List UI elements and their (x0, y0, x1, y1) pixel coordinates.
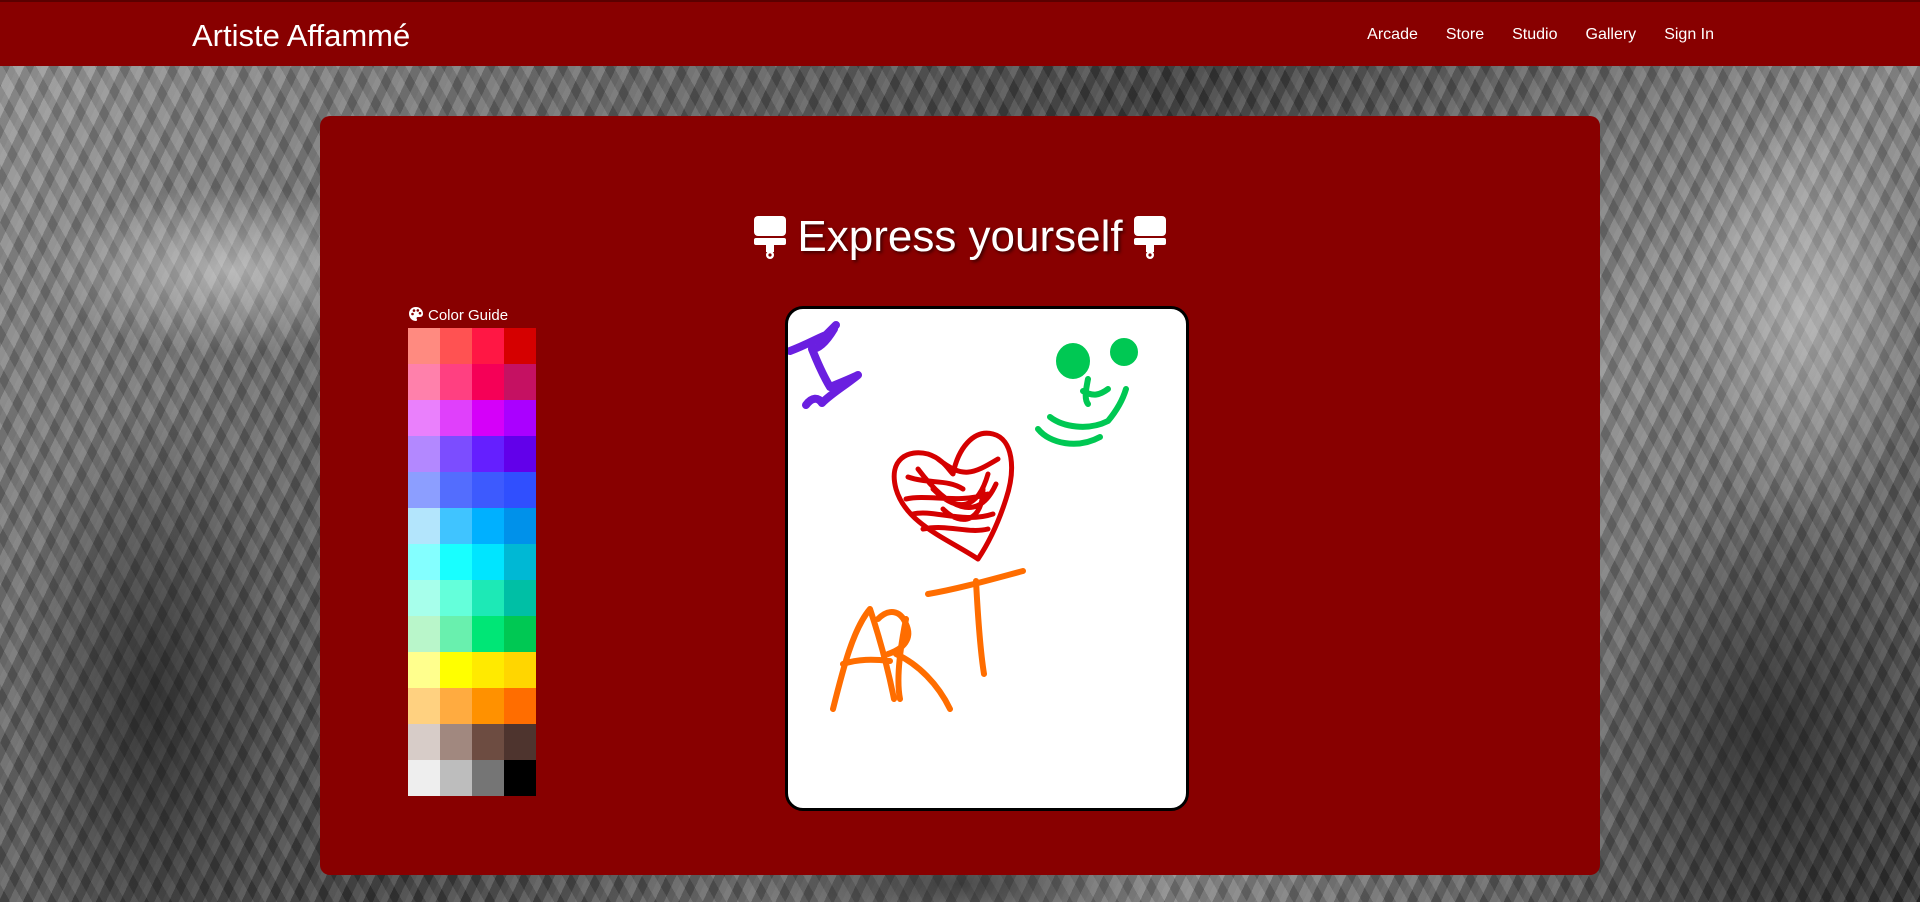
color-swatch[interactable] (440, 436, 472, 472)
color-swatch[interactable] (472, 688, 504, 724)
drawn-heart (891, 430, 1015, 562)
color-swatch[interactable] (408, 544, 440, 580)
brand-link[interactable]: Artiste Affammé (192, 18, 410, 54)
color-swatch[interactable] (504, 400, 536, 436)
color-swatch[interactable] (504, 580, 536, 616)
color-swatch[interactable] (440, 688, 472, 724)
color-swatch[interactable] (408, 724, 440, 760)
color-swatch[interactable] (472, 544, 504, 580)
color-swatch[interactable] (408, 760, 440, 796)
color-swatch[interactable] (504, 436, 536, 472)
drawn-letter-i (788, 321, 862, 409)
color-swatch[interactable] (472, 724, 504, 760)
color-swatch[interactable] (408, 436, 440, 472)
drawing-canvas[interactable] (785, 306, 1189, 811)
color-swatch[interactable] (408, 328, 440, 364)
color-swatch[interactable] (472, 508, 504, 544)
color-swatch[interactable] (504, 328, 536, 364)
color-swatch[interactable] (504, 364, 536, 400)
color-swatch[interactable] (408, 364, 440, 400)
color-swatch[interactable] (408, 652, 440, 688)
color-swatch[interactable] (504, 688, 536, 724)
color-swatch-grid (408, 328, 536, 796)
studio-panel: Express yourself Color Guide (320, 116, 1600, 875)
color-swatch[interactable] (472, 616, 504, 652)
color-swatch[interactable] (440, 364, 472, 400)
drawn-smiley (1035, 376, 1129, 447)
color-swatch[interactable] (472, 472, 504, 508)
color-swatch[interactable] (472, 436, 504, 472)
drawn-smiley-eye-right (1110, 338, 1138, 366)
nav-links: Arcade Store Studio Gallery Sign In (1339, 25, 1714, 45)
paint-roller-icon (1133, 215, 1167, 259)
color-guide-label: Color Guide (428, 307, 509, 324)
color-swatch[interactable] (408, 616, 440, 652)
color-swatch[interactable] (504, 472, 536, 508)
canvas-drawing (788, 321, 1138, 712)
top-navbar: Artiste Affammé Arcade Store Studio Gall… (0, 0, 1920, 66)
color-swatch[interactable] (440, 400, 472, 436)
color-swatch[interactable] (472, 760, 504, 796)
color-swatch[interactable] (408, 580, 440, 616)
color-swatch[interactable] (408, 472, 440, 508)
color-swatch[interactable] (504, 616, 536, 652)
color-swatch[interactable] (408, 508, 440, 544)
color-swatch[interactable] (440, 616, 472, 652)
color-swatch[interactable] (440, 508, 472, 544)
color-swatch[interactable] (504, 760, 536, 796)
paint-roller-icon (753, 215, 787, 259)
nav-link-studio[interactable]: Studio (1512, 25, 1557, 45)
nav-link-store[interactable]: Store (1446, 25, 1484, 45)
color-swatch[interactable] (504, 544, 536, 580)
color-guide-title: Color Guide (408, 306, 536, 326)
color-swatch[interactable] (440, 472, 472, 508)
color-swatch[interactable] (504, 724, 536, 760)
palette-icon (408, 306, 424, 327)
color-swatch[interactable] (472, 580, 504, 616)
color-swatch[interactable] (472, 328, 504, 364)
nav-link-arcade[interactable]: Arcade (1367, 25, 1418, 45)
drawn-word-art (830, 568, 1026, 712)
color-swatch[interactable] (440, 760, 472, 796)
color-swatch[interactable] (440, 652, 472, 688)
color-swatch[interactable] (472, 652, 504, 688)
color-swatch[interactable] (504, 508, 536, 544)
color-swatch[interactable] (440, 580, 472, 616)
color-swatch[interactable] (472, 400, 504, 436)
color-swatch[interactable] (504, 652, 536, 688)
heading-text: Express yourself (797, 212, 1123, 261)
color-swatch[interactable] (472, 364, 504, 400)
drawn-smiley-eye-left (1056, 343, 1090, 379)
color-swatch[interactable] (408, 400, 440, 436)
nav-link-sign-in[interactable]: Sign In (1664, 25, 1714, 45)
page-heading: Express yourself (320, 212, 1600, 262)
color-guide: Color Guide (408, 306, 536, 796)
nav-link-gallery[interactable]: Gallery (1586, 25, 1637, 45)
color-swatch[interactable] (440, 724, 472, 760)
color-swatch[interactable] (408, 688, 440, 724)
color-swatch[interactable] (440, 544, 472, 580)
color-swatch[interactable] (440, 328, 472, 364)
